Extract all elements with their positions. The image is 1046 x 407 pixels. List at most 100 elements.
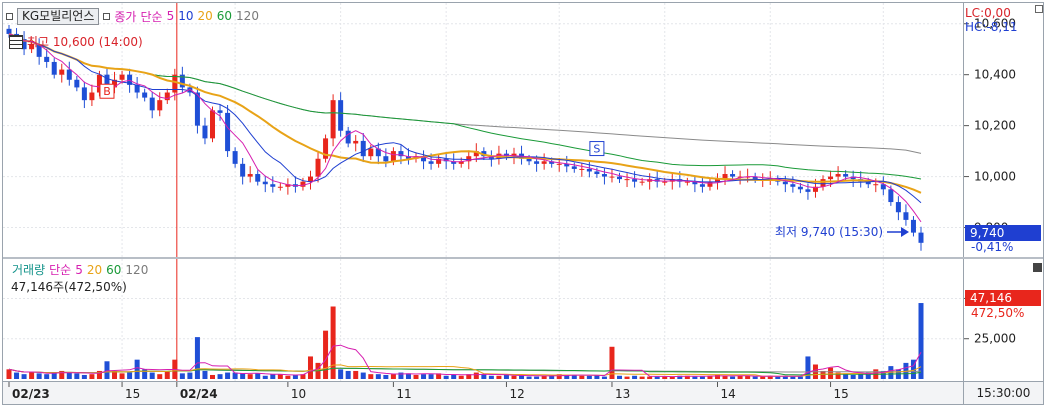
volume-axis: 50,00025,000 [963, 259, 1043, 381]
candle-body [338, 100, 344, 131]
volume-bar [217, 374, 223, 379]
volume-bar [187, 372, 193, 379]
stock-name[interactable]: KG모빌리언스 [17, 7, 100, 25]
price-axis: 10,60010,40010,20010,0009,800 [963, 3, 1043, 257]
ma-10-line [8, 33, 922, 204]
volume-label: 거래량 [12, 263, 46, 277]
volume-bar [752, 376, 758, 379]
volume-bar [443, 375, 449, 379]
volume-bar [496, 375, 502, 379]
candle-body [541, 161, 547, 164]
candle-body [270, 184, 276, 187]
date-tick-label: 15 [834, 387, 849, 401]
candle-body [51, 61, 57, 75]
volume-bar [104, 361, 110, 379]
grid-icon[interactable] [9, 34, 23, 49]
candle-body [81, 87, 87, 101]
legend-toggle-icon[interactable] [103, 12, 111, 20]
candle-body [255, 174, 261, 182]
candle-body [571, 166, 577, 169]
date-tick-label: 02/24 [180, 387, 218, 401]
candle-body [44, 56, 50, 62]
lc-value: LC:0,00 [965, 6, 1011, 20]
high-info: 최고 10,600 (14:00) [9, 33, 143, 50]
arrow-right-icon [887, 226, 910, 237]
candle-body [579, 168, 585, 170]
candle-body [639, 181, 645, 183]
volume-bar [579, 375, 585, 379]
volume-bar [843, 374, 849, 379]
volume-bar [850, 374, 856, 379]
sell-marker: S [593, 143, 600, 156]
legend-toggle-icon[interactable] [6, 12, 13, 20]
candle-body [149, 97, 155, 111]
candle-body [202, 125, 208, 139]
volume-bar [383, 374, 389, 379]
date-tick-label: 12 [509, 387, 524, 401]
candle-body [820, 179, 826, 187]
date-tick-label: 11 [396, 387, 411, 401]
volume-bar [14, 372, 20, 379]
candle-body [119, 74, 125, 80]
volume-bar [157, 374, 163, 379]
candle-body [345, 130, 351, 144]
ma-20-label: 20 [197, 9, 213, 23]
volume-bar [654, 376, 660, 379]
candle-body [586, 168, 592, 172]
candle-body [632, 179, 638, 182]
candle-body [210, 110, 216, 139]
volume-bar [36, 373, 42, 379]
candle-body [307, 176, 313, 182]
volume-ma-type: 단순 [49, 263, 72, 277]
volume-bar [240, 373, 246, 379]
volume-bar [534, 376, 540, 379]
candle-body [353, 140, 359, 144]
pane-close-icon[interactable] [1033, 263, 1042, 272]
candle-body [360, 140, 366, 157]
last-price-tag: 9,740 [965, 225, 1041, 241]
last-volume-tag: 47,146 [965, 290, 1041, 306]
time-label: 15:30:00 [963, 381, 1043, 404]
volume-bar [164, 371, 170, 379]
volume-bar [368, 374, 374, 379]
candle-body [828, 176, 834, 180]
ma-type-label: 단순 [140, 9, 163, 24]
volume-bar [345, 370, 351, 379]
date-tick-label: 02/23 [12, 387, 50, 401]
candle-body [534, 161, 540, 164]
vol-ma-20-label: 20 [86, 262, 103, 277]
ma-5-line [8, 33, 922, 223]
volume-bar [202, 370, 208, 379]
candle-body [277, 186, 283, 188]
candle-body [390, 151, 396, 162]
volume-bar [797, 376, 803, 379]
price-chart[interactable]: BS [3, 3, 963, 257]
date-tick-label: 10 [291, 387, 306, 401]
candle-body [903, 212, 909, 220]
candle-body [232, 151, 238, 164]
pane-menu-icon[interactable] [1035, 5, 1043, 13]
volume-bar [624, 376, 630, 379]
candle-body [918, 232, 924, 243]
volume-bar [760, 376, 766, 379]
volume-bar [390, 374, 396, 379]
candle-body [782, 181, 788, 185]
volume-bar [323, 330, 329, 379]
candle-body [262, 181, 268, 185]
price-pane[interactable]: BS [3, 3, 963, 257]
candle-body [225, 112, 231, 152]
volume-bar [210, 374, 216, 379]
volume-bar [6, 369, 12, 379]
volume-legend: 거래량 단순 5 20 60 120 [8, 261, 148, 278]
candle-body [142, 92, 148, 98]
chart-window: BS 10,60010,40010,20010,0009,800 50,0002… [2, 2, 1044, 405]
low-info-text: 최저 9,740 (15:30) [775, 225, 884, 239]
volume-bar [285, 375, 291, 379]
volume-bar [699, 376, 705, 379]
candle-body [835, 174, 841, 177]
date-tick-label: 14 [720, 387, 735, 401]
volume-bar [66, 372, 72, 379]
ma-60-line [8, 33, 922, 180]
candle-body [240, 163, 246, 177]
volume-bar [413, 374, 419, 379]
